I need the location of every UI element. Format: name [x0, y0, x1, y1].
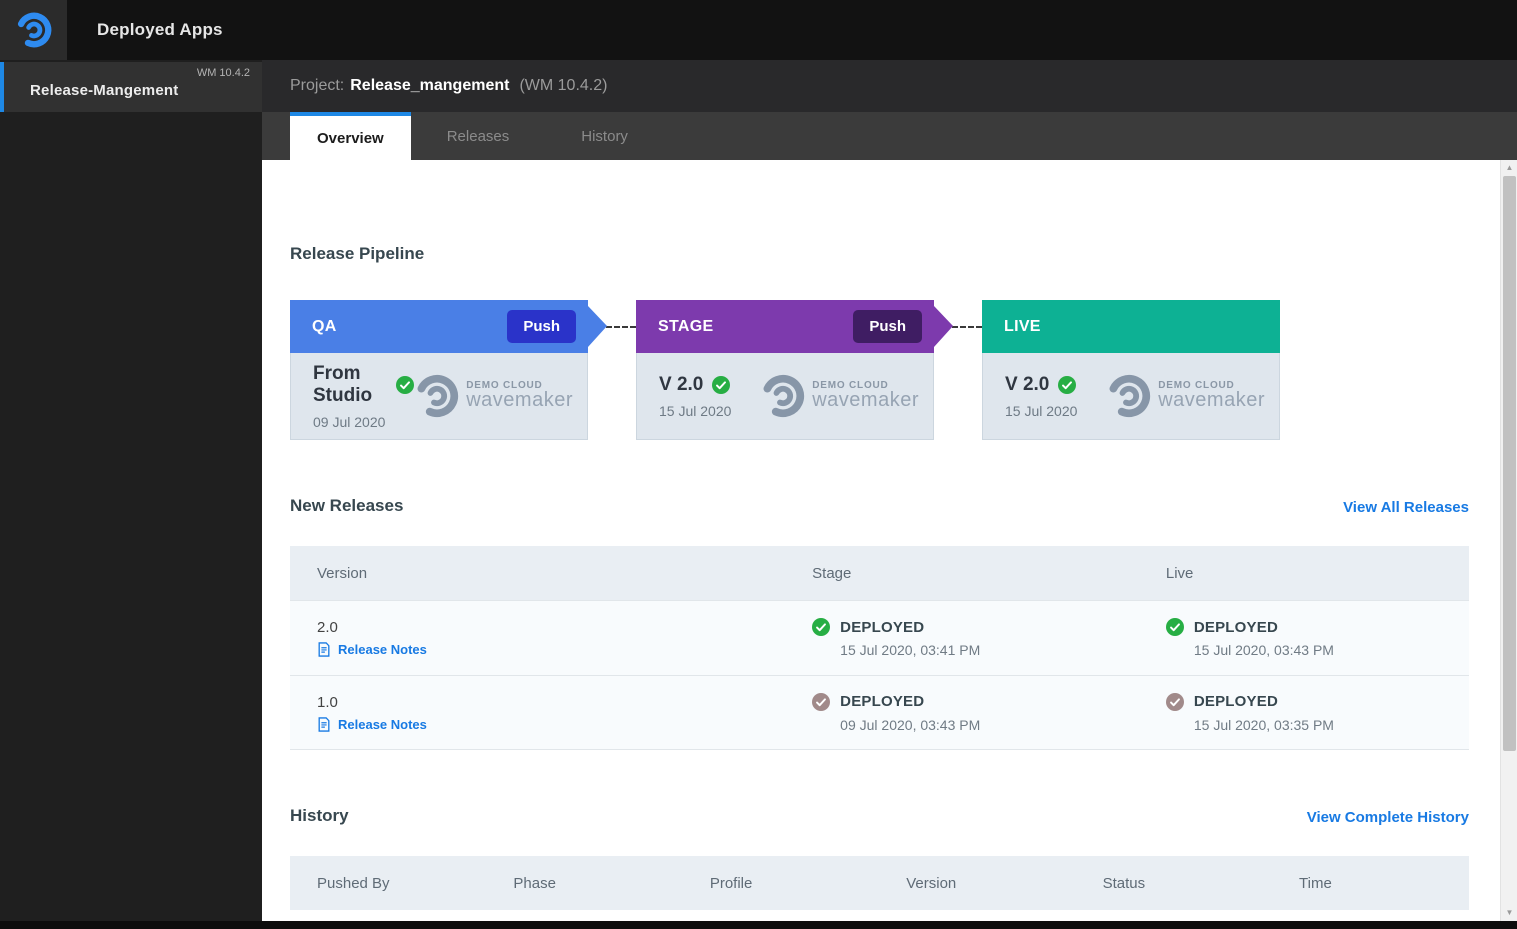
wavemaker-label: wavemaker	[1158, 389, 1265, 411]
demo-cloud-logo: DEMO CLOUD wavemaker	[1106, 373, 1265, 419]
release-pipeline: QA Push From Studio 09 Jul 2020 DEMO CLO…	[290, 300, 1469, 440]
scrollbar-thumb[interactable]	[1503, 176, 1516, 751]
column-header-status: Status	[1102, 874, 1146, 892]
project-label: Project:	[290, 77, 345, 94]
stage-name-stage: STAGE	[658, 317, 714, 335]
scrollbar-down-arrow-icon[interactable]: ▼	[1501, 905, 1517, 921]
stage-name-live: LIVE	[1004, 317, 1041, 335]
table-row: 2.0 Release Notes DEPLOYED 15 Jul 2020, …	[290, 600, 1469, 675]
status-timestamp: 15 Jul 2020, 03:35 PM	[1193, 716, 1334, 733]
project-name: Release_mangement	[350, 77, 510, 94]
release-notes-link[interactable]: Release Notes	[317, 717, 785, 732]
document-icon	[318, 716, 330, 732]
column-header-profile: Profile	[709, 874, 753, 892]
pipeline-arrow-icon	[934, 306, 953, 347]
wavemaker-wave-icon	[417, 374, 459, 418]
push-button-stage[interactable]: Push	[853, 310, 922, 343]
tab-releases[interactable]: Releases	[411, 112, 546, 160]
top-app-bar: Deployed Apps	[0, 0, 1517, 60]
stage-date-live: 15 Jul 2020	[1005, 402, 1078, 419]
scrollbar-up-arrow-icon[interactable]: ▲	[1501, 160, 1517, 176]
column-header-pushed-by: Pushed By	[317, 874, 390, 892]
column-header-live: Live	[1165, 564, 1194, 582]
new-releases-title: New Releases	[290, 496, 404, 515]
release-pipeline-title: Release Pipeline	[290, 244, 425, 263]
status-timestamp: 09 Jul 2020, 03:43 PM	[840, 716, 981, 733]
status-timestamp: 15 Jul 2020, 03:43 PM	[1193, 642, 1334, 658]
deployed-check-icon	[1165, 618, 1184, 636]
sidebar-item-version: WM 10.4.2	[196, 67, 250, 79]
demo-cloud-logo: DEMO CLOUD wavemaker	[760, 373, 919, 419]
column-header-version: Version	[317, 564, 368, 582]
table-row: 1.0 Release Notes DEPLOYED 09 Jul 2020, …	[290, 675, 1469, 750]
release-notes-link[interactable]: Release Notes	[317, 642, 785, 657]
history-title: History	[290, 806, 349, 825]
stage-version-qa: From Studio	[313, 362, 373, 406]
sidebar-item-release-mangement[interactable]: WM 10.4.2 Release-Mangement	[0, 62, 262, 112]
pipeline-connector	[952, 326, 982, 328]
pipeline-card-qa: QA Push From Studio 09 Jul 2020 DEMO CLO…	[290, 300, 636, 440]
projects-sidebar: WM 10.4.2 Release-Mangement	[0, 60, 262, 921]
stage-name-qa: QA	[312, 317, 337, 335]
vertical-scrollbar[interactable]: ▲ ▼	[1500, 160, 1517, 921]
release-notes-label: Release Notes	[338, 642, 427, 657]
wavemaker-logo[interactable]	[0, 0, 67, 60]
deployed-check-icon	[1165, 692, 1184, 711]
wavemaker-wave-icon	[1109, 374, 1151, 418]
stage-date-stage: 15 Jul 2020	[659, 402, 732, 419]
view-complete-history-link[interactable]: View Complete History	[1307, 809, 1469, 826]
stage-version-live: V 2.0	[1005, 373, 1050, 395]
wavemaker-label: wavemaker	[812, 389, 919, 411]
deployed-check-icon	[812, 692, 831, 711]
stage-version-stage: V 2.0	[659, 373, 704, 395]
column-header-time: Time	[1299, 874, 1332, 892]
project-version: (WM 10.4.2)	[519, 77, 608, 94]
pipeline-arrow-icon	[588, 306, 607, 347]
column-header-phase: Phase	[513, 874, 556, 892]
overview-content: Release Pipeline QA Push From Studio 09 …	[262, 160, 1500, 921]
status-badge: DEPLOYED	[1193, 618, 1278, 636]
status-badge: DEPLOYED	[840, 693, 925, 710]
document-icon	[318, 642, 330, 657]
release-version: 1.0	[317, 693, 338, 711]
sidebar-item-label: Release-Mangement	[30, 82, 179, 99]
demo-cloud-logo: DEMO CLOUD wavemaker	[414, 373, 573, 419]
tab-bar: Overview Releases History	[262, 112, 1517, 160]
stage-date-qa: 09 Jul 2020	[313, 413, 386, 430]
deployed-check-icon	[712, 375, 731, 394]
app-title: Deployed Apps	[97, 20, 223, 39]
column-header-version: Version	[906, 874, 957, 892]
wavemaker-wave-icon	[17, 12, 51, 48]
project-header: Project: Release_mangement (WM 10.4.2)	[262, 60, 1517, 112]
tab-overview[interactable]: Overview	[290, 112, 411, 160]
deployed-check-icon	[1058, 375, 1077, 394]
status-timestamp: 15 Jul 2020, 03:41 PM	[840, 642, 981, 658]
release-version: 2.0	[317, 619, 338, 636]
pipeline-card-live: LIVE V 2.0 15 Jul 2020 DEMO CLOUD wavema…	[982, 300, 1280, 440]
pipeline-card-stage: STAGE Push V 2.0 15 Jul 2020 DEMO CLOUD …	[636, 300, 982, 440]
bottom-edge-bar	[0, 921, 1517, 929]
view-all-releases-link[interactable]: View All Releases	[1343, 499, 1469, 516]
deployed-check-icon	[396, 375, 415, 394]
pipeline-connector	[606, 326, 636, 328]
history-table: Pushed By Phase Profile Version Status T…	[290, 856, 1469, 910]
column-header-stage: Stage	[812, 564, 852, 582]
wavemaker-wave-icon	[763, 374, 805, 418]
push-button-qa[interactable]: Push	[507, 310, 576, 343]
tab-history[interactable]: History	[545, 112, 664, 160]
status-badge: DEPLOYED	[840, 618, 925, 636]
deployed-check-icon	[812, 618, 831, 636]
new-releases-table: Version Stage Live 2.0 Release Notes DEP…	[290, 546, 1469, 750]
status-badge: DEPLOYED	[1193, 693, 1278, 710]
release-notes-label: Release Notes	[338, 716, 427, 732]
wavemaker-label: wavemaker	[466, 389, 573, 411]
